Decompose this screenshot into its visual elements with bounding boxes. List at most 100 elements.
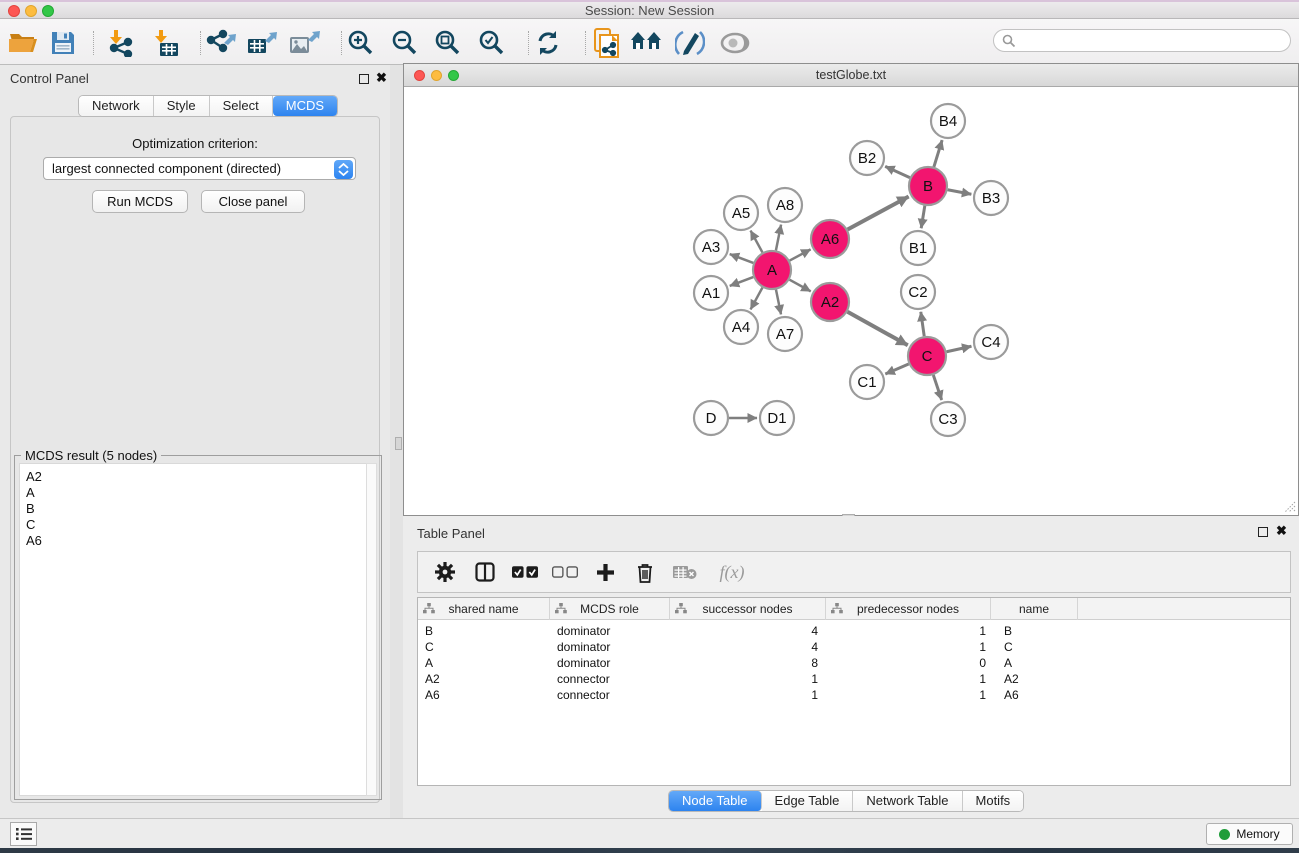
cell-mcds-role: dominator — [557, 655, 610, 671]
tab-network-table[interactable]: Network Table — [853, 791, 962, 811]
tab-select[interactable]: Select — [210, 96, 273, 116]
graph-edge-B-B1[interactable] — [921, 206, 925, 229]
result-scrollbar[interactable] — [366, 463, 377, 796]
close-table-panel-icon[interactable]: ✖ — [1276, 523, 1287, 539]
select-all-columns-button[interactable] — [512, 559, 538, 585]
clipboard-network-icon — [591, 28, 621, 58]
table-settings-button[interactable] — [432, 559, 458, 585]
criterion-select[interactable]: largest connected component (directed) — [43, 157, 356, 180]
column-header-mcds-role[interactable]: MCDS role — [550, 598, 670, 620]
table-row[interactable]: A dominator 8 0 A — [418, 655, 1290, 671]
graph-edge-A-A2[interactable] — [790, 280, 811, 292]
delete-column-button[interactable] — [632, 559, 658, 585]
graph-edge-C-C1[interactable] — [885, 364, 908, 374]
cell-name: A — [1004, 655, 1012, 671]
graph-edge-A-A6[interactable] — [790, 249, 811, 260]
graph-edge-A-A1[interactable] — [730, 277, 754, 286]
cell-successor-nodes: 4 — [670, 623, 818, 639]
resize-grip[interactable] — [1282, 499, 1296, 513]
graph-edge-A6-B[interactable] — [848, 196, 909, 229]
column-header-successor-nodes[interactable]: successor nodes — [670, 598, 826, 620]
apply-layout-button[interactable] — [531, 28, 565, 58]
mcds-result-list[interactable]: A2 A B C A6 — [19, 463, 368, 796]
select-stepper-icon — [334, 160, 353, 179]
graph-edge-B-B3[interactable] — [948, 190, 972, 195]
export-image-button[interactable] — [287, 28, 321, 58]
graph-edge-A-A7[interactable] — [776, 290, 781, 315]
memory-button[interactable]: Memory — [1206, 823, 1293, 845]
open-session-button[interactable] — [6, 28, 40, 58]
graph-edge-B-B2[interactable] — [885, 166, 910, 177]
zoom-selected-icon — [478, 29, 506, 57]
table-row[interactable]: C dominator 4 1 C — [418, 639, 1290, 655]
zoom-in-button[interactable] — [344, 28, 378, 58]
network-graph: B4B2BB3A5A8A6A3B1AA1C2A2A4A7C4CC1DD1C3 — [404, 87, 1298, 516]
graph-edge-C-C3[interactable] — [933, 375, 941, 400]
delete-table-button[interactable] — [672, 559, 698, 585]
unselect-all-columns-button[interactable] — [552, 559, 578, 585]
zoom-out-button[interactable] — [388, 28, 422, 58]
graph-edge-C-C4[interactable] — [947, 346, 972, 351]
network-window-titlebar: testGlobe.txt — [404, 64, 1298, 87]
column-header-shared-name[interactable]: shared name — [418, 598, 550, 620]
graph-edge-A2-C[interactable] — [847, 312, 907, 346]
graph-edge-A-A4[interactable] — [751, 288, 763, 310]
tab-motifs[interactable]: Motifs — [963, 791, 1024, 811]
float-panel-icon[interactable] — [359, 74, 369, 84]
graph-edge-A-A3[interactable] — [730, 254, 754, 263]
result-item[interactable]: A6 — [26, 533, 367, 549]
graph-edge-A-A5[interactable] — [751, 231, 763, 253]
graph-node-label-B4: B4 — [939, 113, 957, 130]
tab-edge-table[interactable]: Edge Table — [762, 791, 854, 811]
close-panel-button[interactable]: Close panel — [201, 190, 305, 213]
table-row[interactable]: A2 connector 1 1 A2 — [418, 671, 1290, 687]
result-item[interactable]: A — [26, 485, 367, 501]
export-image-icon — [288, 29, 320, 57]
result-item[interactable]: B — [26, 501, 367, 517]
result-item[interactable]: C — [26, 517, 367, 533]
column-header-predecessor-nodes[interactable]: predecessor nodes — [826, 598, 991, 620]
tab-node-table[interactable]: Node Table — [669, 791, 762, 811]
graph-node-label-B3: B3 — [982, 190, 1000, 207]
close-panel-icon[interactable]: ✖ — [376, 70, 387, 86]
graph-edge-A-A8[interactable] — [776, 225, 781, 251]
graph-edge-C-C2[interactable] — [921, 312, 924, 336]
function-builder-button[interactable]: f(x) — [712, 559, 752, 585]
control-panel: Control Panel ✖ Network Style Select MCD… — [0, 65, 390, 818]
tab-style[interactable]: Style — [154, 96, 210, 116]
tab-mcds[interactable]: MCDS — [273, 96, 337, 116]
export-network-button[interactable] — [203, 28, 237, 58]
show-graphics-button[interactable] — [718, 28, 752, 58]
export-table-icon — [246, 29, 278, 57]
graph-node-label-C2: C2 — [908, 284, 927, 301]
show-panels-button[interactable] — [10, 822, 37, 846]
home-button[interactable] — [630, 28, 664, 58]
zoom-selected-button[interactable] — [475, 28, 509, 58]
tab-network[interactable]: Network — [79, 96, 154, 116]
hide-annotations-button[interactable] — [673, 28, 707, 58]
cell-shared-name: A — [425, 655, 433, 671]
export-table-button[interactable] — [245, 28, 279, 58]
import-network-button[interactable] — [103, 28, 137, 58]
column-header-name[interactable]: name — [991, 598, 1078, 620]
vertical-splitter-handle[interactable] — [395, 437, 402, 450]
result-item[interactable]: A2 — [26, 469, 367, 485]
save-session-button[interactable] — [46, 28, 80, 58]
import-table-button[interactable] — [148, 28, 182, 58]
run-mcds-button[interactable]: Run MCDS — [92, 190, 188, 213]
graph-edge-B-B4[interactable] — [934, 140, 942, 167]
cell-shared-name: A6 — [425, 687, 440, 703]
show-columns-button[interactable] — [472, 559, 498, 585]
cell-mcds-role: connector — [557, 687, 610, 703]
memory-status-icon — [1219, 829, 1230, 840]
table-row[interactable]: B dominator 4 1 B — [418, 623, 1290, 639]
table-row[interactable]: A6 connector 1 1 A6 — [418, 687, 1290, 703]
search-input[interactable] — [993, 29, 1291, 52]
zoom-fit-button[interactable] — [431, 28, 465, 58]
clipboard-network-button[interactable] — [589, 28, 623, 58]
create-column-button[interactable] — [592, 559, 618, 585]
column-label: name — [1019, 602, 1049, 616]
float-table-panel-icon[interactable] — [1258, 527, 1268, 537]
graph-node-label-A1: A1 — [702, 285, 720, 302]
column-type-icon — [675, 603, 687, 614]
